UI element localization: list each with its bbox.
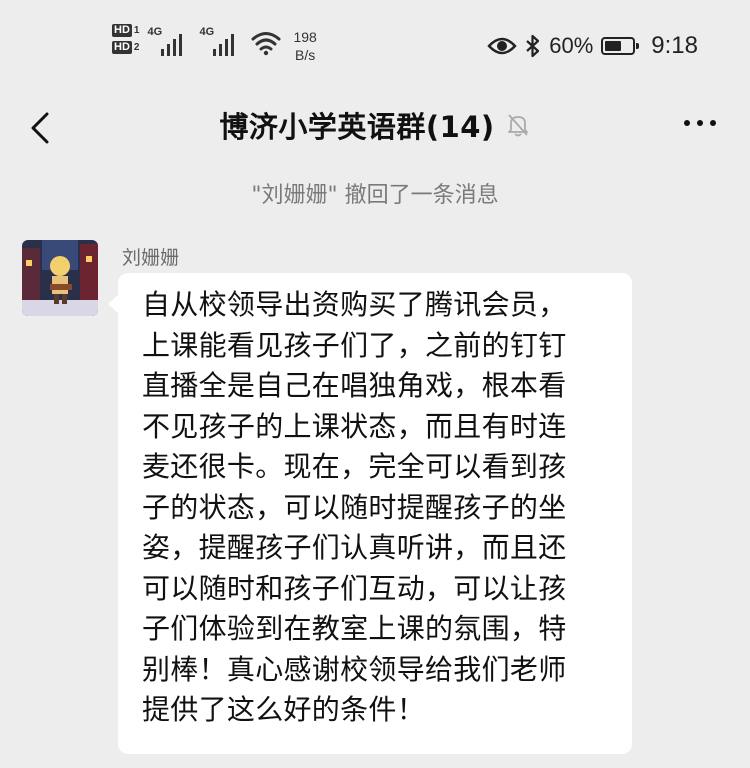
message-line: 自从校领导出资购买了腾讯会员，: [142, 288, 567, 321]
clock: 9:18: [651, 32, 698, 59]
message-line: 可以随时和孩子们互动，可以让孩: [142, 571, 567, 605]
chat-header: 博济小学英语群(14): [0, 92, 750, 166]
avatar[interactable]: [22, 240, 98, 316]
battery-percent: 60%: [549, 33, 594, 58]
bell-off-icon: [507, 114, 528, 137]
message-line: 子的状态，可以随时提醒孩子的坐: [142, 490, 567, 524]
hd-indicators: HD 1 HD 2: [112, 24, 139, 54]
message-line: 上课能看见孩子们了，之前的钉钉: [142, 328, 567, 362]
chat-title: 博济小学英语群(14): [219, 110, 495, 144]
more-dot: [710, 120, 716, 126]
more-dot: [697, 120, 703, 126]
battery-icon: [601, 37, 640, 55]
network-type: 4G: [147, 26, 163, 38]
speed-unit: B/s: [295, 47, 316, 63]
recall-notice: "刘姗姗" 撤回了一条消息: [251, 183, 499, 208]
message-line: 提供了这么好的条件！: [142, 693, 426, 726]
speed-value: 198: [293, 29, 317, 45]
hd-badge: HD: [112, 24, 132, 37]
eye-icon: [487, 37, 517, 55]
status-left: HD 1 HD 2 4G 4G 198 B/s: [112, 24, 317, 64]
message-line: 子们体验到在教室上课的氛围，特: [142, 612, 567, 645]
more-button[interactable]: [684, 120, 716, 126]
avatar-image: [22, 240, 98, 316]
signal-icon: 4G: [147, 24, 191, 58]
hd-sim2: HD 2: [112, 41, 139, 54]
message-line: 麦还很卡。现在，完全可以看到孩: [142, 450, 567, 483]
message-line: 不见孩子的上课状态，而且有时连: [142, 409, 567, 443]
title-group: 博济小学英语群(14): [0, 104, 750, 146]
sim-number: 1: [133, 25, 140, 36]
hd-badge: HD: [112, 41, 132, 54]
message-bubble[interactable]: 自从校领导出资购买了腾讯会员， 上课能看见孩子们了，之前的钉钉 直播全是自己在唱…: [108, 273, 632, 754]
hd-sim1: HD 1: [112, 24, 139, 37]
sender-name: 刘姗姗: [122, 247, 180, 269]
sim-number: 2: [133, 42, 140, 53]
message-line: 姿，提醒孩子们认真听讲，而且还: [142, 531, 567, 564]
message-line: 直播全是自己在唱独角戏，根本看: [142, 369, 567, 402]
bluetooth-icon: [526, 34, 540, 58]
wifi-icon: [251, 32, 281, 56]
signal-icon: 4G: [199, 24, 243, 58]
status-bar: HD 1 HD 2 4G 4G 198 B/s 60% 9:18: [0, 0, 750, 92]
message-line: 别棒！真心感谢校领导给我们老师: [142, 652, 567, 686]
network-speed: 198 B/s: [293, 28, 316, 64]
network-type: 4G: [199, 26, 215, 38]
status-right: 60% 9:18: [487, 32, 698, 60]
more-dot: [684, 120, 690, 126]
